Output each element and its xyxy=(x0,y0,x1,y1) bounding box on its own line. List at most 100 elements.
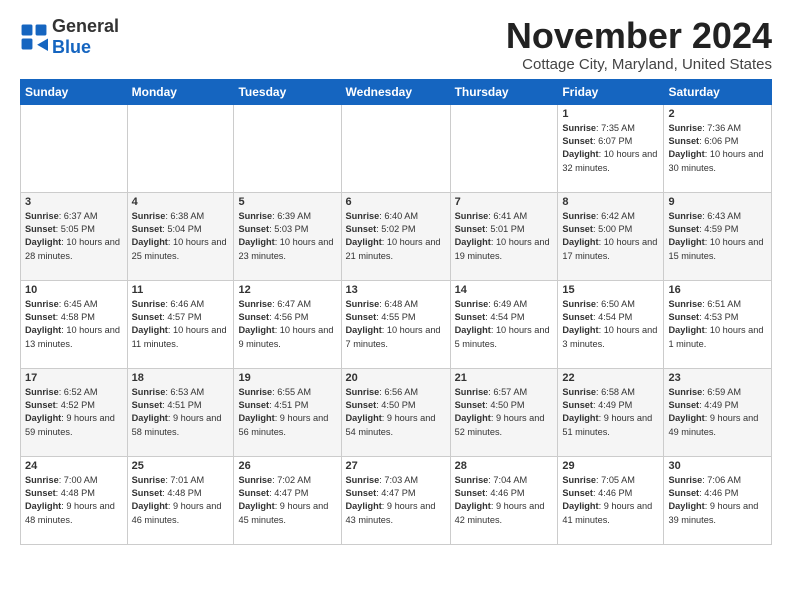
day-cell: 19Sunrise: 6:55 AMSunset: 4:51 PMDayligh… xyxy=(234,368,341,456)
day-info: Sunrise: 7:06 AMSunset: 4:46 PMDaylight:… xyxy=(668,474,767,527)
day-cell: 25Sunrise: 7:01 AMSunset: 4:48 PMDayligh… xyxy=(127,456,234,544)
logo-general: General xyxy=(52,16,119,36)
day-info: Sunrise: 6:46 AMSunset: 4:57 PMDaylight:… xyxy=(132,298,230,351)
day-cell: 26 Sunrise: 7:02 AMSunset: 4:47 PMDayligh… xyxy=(234,456,341,544)
day-cell xyxy=(450,104,558,192)
header-monday: Monday xyxy=(127,79,234,104)
day-info: Sunrise: 6:41 AMSunset: 5:01 PMDaylight:… xyxy=(455,210,554,263)
day-cell: 14 Sunrise: 6:49 AMSunset: 4:54 PMDayligh… xyxy=(450,280,558,368)
day-cell xyxy=(127,104,234,192)
day-cell: 8Sunrise: 6:42 AMSunset: 5:00 PMDaylight… xyxy=(558,192,664,280)
week-row-1: 3 Sunrise: 6:37 AMSunset: 5:05 PMDaylight… xyxy=(21,192,772,280)
day-cell: 4 Sunrise: 6:38 AMSunset: 5:04 PMDaylight… xyxy=(127,192,234,280)
day-info: Sunrise: 6:59 AMSunset: 4:49 PMDaylight:… xyxy=(668,386,767,439)
day-cell: 6 Sunrise: 6:40 AMSunset: 5:02 PMDaylight… xyxy=(341,192,450,280)
day-number: 5 xyxy=(238,196,336,208)
day-info: Sunrise: 7:04 AMSunset: 4:46 PMDaylight:… xyxy=(455,474,554,527)
day-info: Sunrise: 6:40 AMSunset: 5:02 PMDaylight:… xyxy=(346,210,446,263)
day-number: 22 xyxy=(562,372,659,384)
header-friday: Friday xyxy=(558,79,664,104)
day-number: 1 xyxy=(562,108,659,120)
day-info: Sunrise: 7:36 AMSunset: 6:06 PMDaylight:… xyxy=(668,122,767,175)
day-number: 21 xyxy=(455,372,554,384)
day-number: 25 xyxy=(132,460,230,472)
day-info: Sunrise: 6:56 AMSunset: 4:50 PMDaylight:… xyxy=(346,386,446,439)
day-info: Sunrise: 6:50 AMSunset: 4:54 PMDaylight:… xyxy=(562,298,659,351)
day-number: 17 xyxy=(25,372,123,384)
day-info: Sunrise: 6:38 AMSunset: 5:04 PMDaylight:… xyxy=(132,210,230,263)
day-number: 20 xyxy=(346,372,446,384)
day-info: Sunrise: 7:05 AMSunset: 4:46 PMDaylight:… xyxy=(562,474,659,527)
day-info: Sunrise: 6:48 AMSunset: 4:55 PMDaylight:… xyxy=(346,298,446,351)
header: General Blue November 2024 Cottage City,… xyxy=(20,16,772,73)
day-info: Sunrise: 6:49 AMSunset: 4:54 PMDaylight:… xyxy=(455,298,554,351)
day-cell: 18Sunrise: 6:53 AMSunset: 4:51 PMDayligh… xyxy=(127,368,234,456)
day-cell: 9 Sunrise: 6:43 AMSunset: 4:59 PMDaylight… xyxy=(664,192,772,280)
day-info: Sunrise: 6:57 AMSunset: 4:50 PMDaylight:… xyxy=(455,386,554,439)
day-info: Sunrise: 6:37 AMSunset: 5:05 PMDaylight:… xyxy=(25,210,123,263)
day-cell: 1 Sunrise: 7:35 AMSunset: 6:07 PMDaylight… xyxy=(558,104,664,192)
week-row-4: 24Sunrise: 7:00 AMSunset: 4:48 PMDayligh… xyxy=(21,456,772,544)
header-row: Sunday Monday Tuesday Wednesday Thursday… xyxy=(21,79,772,104)
day-cell xyxy=(341,104,450,192)
day-number: 11 xyxy=(132,284,230,296)
week-row-3: 17 Sunrise: 6:52 AMSunset: 4:52 PMDayligh… xyxy=(21,368,772,456)
day-number: 12 xyxy=(238,284,336,296)
logo-text-block: General Blue xyxy=(52,16,119,58)
day-info: Sunrise: 7:03 AMSunset: 4:47 PMDaylight:… xyxy=(346,474,446,527)
page: General Blue November 2024 Cottage City,… xyxy=(0,0,792,555)
day-number: 9 xyxy=(668,196,767,208)
day-cell: 28 Sunrise: 7:04 AMSunset: 4:46 PMDayligh… xyxy=(450,456,558,544)
day-number: 3 xyxy=(25,196,123,208)
calendar-table: Sunday Monday Tuesday Wednesday Thursday… xyxy=(20,79,772,545)
day-number: 29 xyxy=(562,460,659,472)
title-block: November 2024 Cottage City, Maryland, Un… xyxy=(506,16,772,73)
day-cell: 15 Sunrise: 6:50 AMSunset: 4:54 PMDayligh… xyxy=(558,280,664,368)
day-number: 2 xyxy=(668,108,767,120)
day-number: 7 xyxy=(455,196,554,208)
day-number: 27 xyxy=(346,460,446,472)
day-cell: 21 Sunrise: 6:57 AMSunset: 4:50 PMDayligh… xyxy=(450,368,558,456)
day-number: 18 xyxy=(132,372,230,384)
day-number: 15 xyxy=(562,284,659,296)
day-number: 4 xyxy=(132,196,230,208)
day-number: 26 xyxy=(238,460,336,472)
day-number: 13 xyxy=(346,284,446,296)
day-cell: 5Sunrise: 6:39 AMSunset: 5:03 PMDaylight… xyxy=(234,192,341,280)
day-cell xyxy=(234,104,341,192)
day-number: 6 xyxy=(346,196,446,208)
day-cell: 24Sunrise: 7:00 AMSunset: 4:48 PMDayligh… xyxy=(21,456,128,544)
day-cell: 7 Sunrise: 6:41 AMSunset: 5:01 PMDaylight… xyxy=(450,192,558,280)
day-cell: 16 Sunrise: 6:51 AMSunset: 4:53 PMDayligh… xyxy=(664,280,772,368)
day-info: Sunrise: 6:43 AMSunset: 4:59 PMDaylight:… xyxy=(668,210,767,263)
header-thursday: Thursday xyxy=(450,79,558,104)
day-cell: 11 Sunrise: 6:46 AMSunset: 4:57 PMDayligh… xyxy=(127,280,234,368)
day-info: Sunrise: 7:35 AMSunset: 6:07 PMDaylight:… xyxy=(562,122,659,175)
day-number: 16 xyxy=(668,284,767,296)
day-info: Sunrise: 6:52 AMSunset: 4:52 PMDaylight:… xyxy=(25,386,123,439)
day-cell xyxy=(21,104,128,192)
day-cell: 30Sunrise: 7:06 AMSunset: 4:46 PMDayligh… xyxy=(664,456,772,544)
day-cell: 17 Sunrise: 6:52 AMSunset: 4:52 PMDayligh… xyxy=(21,368,128,456)
day-cell: 13 Sunrise: 6:48 AMSunset: 4:55 PMDayligh… xyxy=(341,280,450,368)
day-cell: 12 Sunrise: 6:47 AMSunset: 4:56 PMDayligh… xyxy=(234,280,341,368)
week-row-2: 10 Sunrise: 6:45 AMSunset: 4:58 PMDayligh… xyxy=(21,280,772,368)
day-number: 14 xyxy=(455,284,554,296)
day-cell: 23 Sunrise: 6:59 AMSunset: 4:49 PMDayligh… xyxy=(664,368,772,456)
day-info: Sunrise: 6:55 AMSunset: 4:51 PMDaylight:… xyxy=(238,386,336,439)
subtitle: Cottage City, Maryland, United States xyxy=(506,56,772,73)
logo: General Blue xyxy=(20,16,119,58)
day-info: Sunrise: 6:45 AMSunset: 4:58 PMDaylight:… xyxy=(25,298,123,351)
day-info: Sunrise: 6:47 AMSunset: 4:56 PMDaylight:… xyxy=(238,298,336,351)
month-title: November 2024 xyxy=(506,16,772,56)
day-info: Sunrise: 7:02 AMSunset: 4:47 PMDaylight:… xyxy=(238,474,336,527)
day-info: Sunrise: 6:51 AMSunset: 4:53 PMDaylight:… xyxy=(668,298,767,351)
day-number: 23 xyxy=(668,372,767,384)
day-number: 10 xyxy=(25,284,123,296)
day-cell: 27 Sunrise: 7:03 AMSunset: 4:47 PMDayligh… xyxy=(341,456,450,544)
header-tuesday: Tuesday xyxy=(234,79,341,104)
day-info: Sunrise: 7:00 AMSunset: 4:48 PMDaylight:… xyxy=(25,474,123,527)
day-number: 28 xyxy=(455,460,554,472)
day-number: 8 xyxy=(562,196,659,208)
day-cell: 3 Sunrise: 6:37 AMSunset: 5:05 PMDaylight… xyxy=(21,192,128,280)
